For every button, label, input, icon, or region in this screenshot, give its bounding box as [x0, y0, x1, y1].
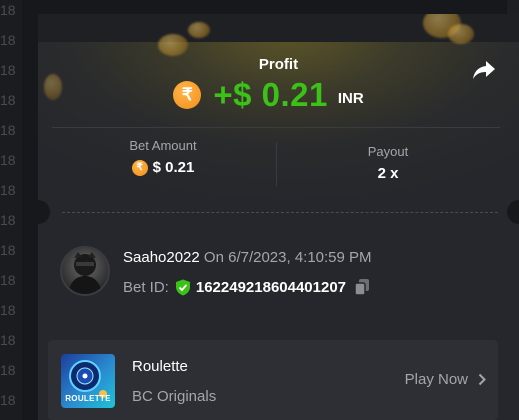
share-button[interactable]	[471, 58, 497, 82]
user-avatar-icon	[68, 252, 102, 294]
profit-currency: INR	[337, 89, 364, 107]
profit-amount: +$ 0.21	[213, 76, 328, 113]
decorative-coin-icon	[448, 24, 474, 44]
background-number: 18	[0, 302, 16, 318]
game-name: Roulette	[132, 358, 188, 375]
bet-id-label: Bet ID:	[123, 278, 169, 296]
rupee-coin-icon: ₹	[131, 159, 148, 176]
ticket-notch-right	[507, 200, 519, 224]
bet-amount-value: $ 0.21	[152, 159, 195, 176]
verified-shield-icon	[175, 279, 190, 295]
background-number: 18	[0, 32, 16, 48]
copy-icon	[354, 279, 370, 296]
dashed-separator	[62, 212, 498, 213]
bet-id-value: 162249218604401207	[195, 278, 347, 296]
payout-stat: Payout 2 x	[288, 144, 488, 182]
play-now-label: Play Now	[404, 371, 468, 388]
game-thumbnail[interactable]: ROULETTE	[61, 354, 115, 408]
profit-row: ₹ +$ 0.21 INR	[38, 76, 519, 114]
background-number: 18	[0, 212, 16, 228]
background-side-strip: 18 18 18 18 18 18 18 18 18 18 18 18 18 1…	[0, 0, 22, 420]
background-number: 18	[0, 392, 16, 408]
background-number: 18	[0, 122, 16, 138]
thumbnail-label: ROULETTE	[65, 394, 111, 403]
bet-details-modal: Profit ₹ +$ 0.21 INR Bet Amount ₹ $ 0.21…	[38, 14, 519, 420]
payout-value: 2 x	[377, 165, 399, 182]
bet-id-line: Bet ID: 162249218604401207	[123, 278, 370, 296]
background-number: 18	[0, 272, 16, 288]
bet-date: On 6/7/2023, 4:10:59 PM	[203, 249, 372, 266]
decorative-coin-icon	[158, 34, 188, 56]
bet-amount-label: Bet Amount	[129, 138, 197, 153]
background-number: 18	[0, 182, 16, 198]
background-number: 18	[0, 242, 16, 258]
payout-label: Payout	[367, 144, 409, 159]
copy-button[interactable]	[354, 278, 370, 296]
rupee-coin-icon: ₹	[173, 81, 202, 109]
username[interactable]: Saaho2022	[123, 249, 200, 266]
background-number: 18	[0, 152, 16, 168]
stats-divider	[276, 142, 277, 186]
profit-hero-background	[38, 14, 519, 214]
chevron-right-icon	[478, 373, 486, 386]
user-line: Saaho2022 On 6/7/2023, 4:10:59 PM	[123, 249, 372, 266]
bet-amount-value-row: ₹ $ 0.21	[63, 159, 263, 176]
background-number: 18	[0, 92, 16, 108]
background-number: 18	[0, 62, 16, 78]
play-now-button[interactable]: Play Now	[405, 371, 486, 388]
share-arrow-icon	[473, 61, 495, 79]
divider	[52, 127, 500, 128]
game-card[interactable]: ROULETTE Roulette BC Originals Play Now	[48, 340, 498, 420]
bet-amount-stat: Bet Amount ₹ $ 0.21	[63, 138, 263, 176]
background-number: 18	[0, 2, 16, 18]
decorative-coin-icon	[188, 22, 210, 38]
background-number: 18	[0, 332, 16, 348]
avatar[interactable]	[60, 246, 110, 296]
game-provider: BC Originals	[132, 388, 217, 405]
profit-label: Profit	[258, 56, 299, 73]
background-number: 18	[0, 362, 16, 378]
